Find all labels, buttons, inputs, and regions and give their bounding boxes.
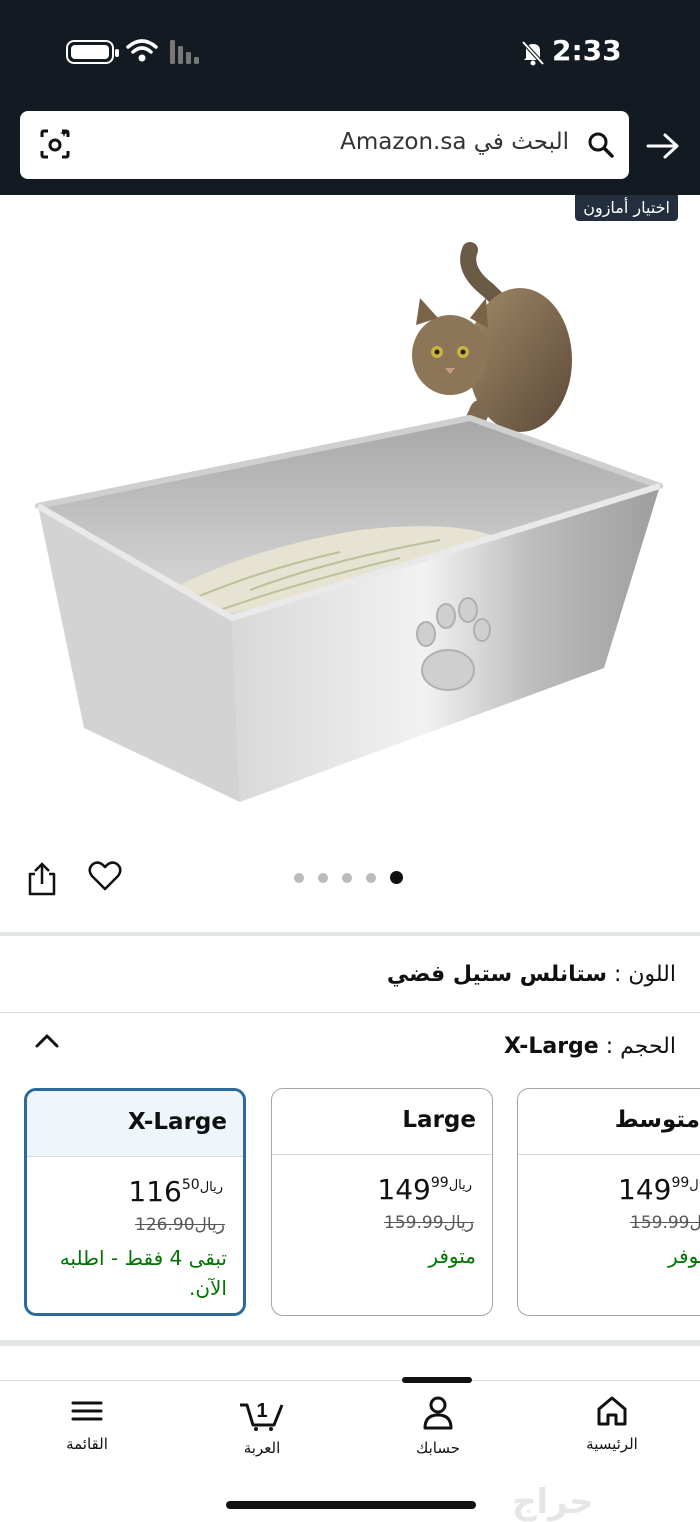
divider bbox=[0, 1012, 700, 1013]
share-icon[interactable] bbox=[26, 862, 58, 896]
divider bbox=[0, 932, 700, 936]
nav-menu-label: القائمة bbox=[66, 1435, 108, 1453]
carousel-dot[interactable] bbox=[294, 872, 304, 883]
nav-account[interactable]: حسابك bbox=[388, 1395, 488, 1457]
person-icon bbox=[423, 1396, 453, 1430]
size-option-card[interactable]: Large ريال14999 ريال159.99 متوفر bbox=[271, 1088, 493, 1316]
chevron-up-icon[interactable] bbox=[34, 1032, 60, 1050]
muted-bell-icon bbox=[521, 40, 545, 66]
watermark: حراج bbox=[512, 1482, 594, 1522]
wifi-icon bbox=[126, 39, 158, 62]
price: ريال11650 bbox=[128, 1175, 223, 1208]
product-page: 2:33 البحث في Amazon.sa اختيار أمازون ال… bbox=[0, 0, 700, 1522]
color-label: اللون : bbox=[613, 962, 676, 987]
nav-menu[interactable]: القائمة bbox=[37, 1395, 137, 1453]
size-option-name: متوسط bbox=[518, 1089, 700, 1155]
search-icon[interactable] bbox=[587, 131, 615, 159]
price: ريال14999 bbox=[618, 1173, 700, 1206]
price: ريال14999 bbox=[377, 1173, 472, 1206]
stock-status: متوفر bbox=[668, 1244, 700, 1268]
signal-icon bbox=[170, 40, 199, 64]
old-price: ريال159.99 bbox=[384, 1213, 474, 1233]
nav-cart[interactable]: 1 العربة bbox=[212, 1395, 312, 1457]
color-value: ستانلس ستيل فضي bbox=[386, 962, 607, 987]
status-bar: 2:33 bbox=[0, 28, 700, 76]
stock-status: تبقى 4 فقط - اطلبه الآن. bbox=[59, 1246, 227, 1300]
heart-icon[interactable] bbox=[88, 860, 122, 892]
bottom-navigation: الرئيسية حسابك 1 العربة القائمة bbox=[0, 1377, 700, 1522]
carousel-dot-active[interactable] bbox=[390, 871, 403, 884]
cart-count: 1 bbox=[256, 1400, 267, 1422]
size-selector: الحجم : X-Large bbox=[504, 1034, 676, 1059]
arrow-right-icon[interactable] bbox=[646, 132, 680, 160]
nav-cart-label: العربة bbox=[243, 1439, 281, 1457]
image-carousel-dots[interactable] bbox=[294, 871, 403, 884]
cart-icon: 1 bbox=[240, 1400, 284, 1431]
stock-status: متوفر bbox=[428, 1244, 476, 1268]
carousel-dot[interactable] bbox=[342, 872, 352, 883]
size-label: الحجم : bbox=[605, 1034, 676, 1059]
size-option-name: Large bbox=[272, 1089, 492, 1155]
size-option-card[interactable]: متوسط ريال14999 ريال159.99 متوفر bbox=[517, 1088, 700, 1316]
header: 2:33 البحث في Amazon.sa bbox=[0, 0, 700, 195]
size-option-name: X-Large bbox=[27, 1091, 243, 1157]
search-input[interactable]: البحث في Amazon.sa bbox=[340, 129, 569, 155]
menu-icon bbox=[71, 1401, 103, 1421]
clock: 2:33 bbox=[552, 34, 622, 67]
divider bbox=[0, 1340, 700, 1346]
camera-lens-icon[interactable] bbox=[38, 127, 72, 161]
color-selector: اللون : ستانلس ستيل فضي bbox=[387, 962, 676, 987]
nav-home-label: الرئيسية bbox=[586, 1435, 638, 1453]
size-value: X-Large bbox=[504, 1034, 599, 1059]
home-indicator bbox=[226, 1501, 476, 1509]
old-price: ريال126.90 bbox=[135, 1215, 225, 1235]
amazons-choice-badge: اختيار أمازون bbox=[575, 195, 678, 221]
old-price: ريال159.99 bbox=[630, 1213, 700, 1233]
size-option-card[interactable]: X-Large ريال11650 ريال126.90 تبقى 4 فقط … bbox=[24, 1088, 246, 1316]
carousel-dot[interactable] bbox=[318, 872, 328, 883]
battery-icon bbox=[66, 40, 119, 64]
search-bar[interactable]: البحث في Amazon.sa bbox=[20, 111, 629, 179]
nav-account-label: حسابك bbox=[415, 1439, 461, 1457]
carousel-dot[interactable] bbox=[366, 872, 376, 883]
product-image[interactable] bbox=[0, 230, 700, 830]
active-tab-indicator bbox=[402, 1377, 472, 1383]
nav-home[interactable]: الرئيسية bbox=[562, 1395, 662, 1453]
home-icon bbox=[597, 1396, 627, 1426]
